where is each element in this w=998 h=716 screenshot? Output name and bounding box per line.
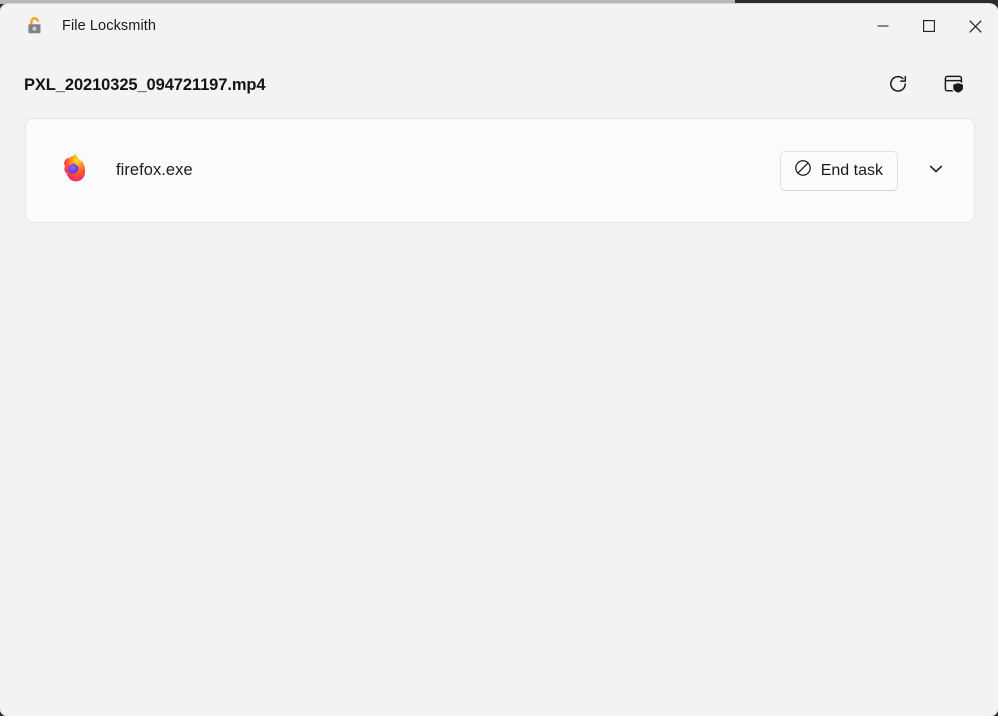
process-card: firefox.exe End task (25, 118, 975, 223)
process-icon-wrap (26, 153, 116, 187)
minimize-button[interactable] (860, 4, 906, 48)
process-name: firefox.exe (116, 161, 193, 179)
maximize-button[interactable] (906, 4, 952, 48)
minimize-icon (877, 25, 889, 27)
maximize-icon (923, 20, 935, 32)
page-title: PXL_20210325_094721197.mp4 (24, 75, 266, 94)
title-bar-left: File Locksmith (0, 4, 860, 48)
header-actions (878, 65, 974, 105)
refresh-icon (885, 71, 911, 100)
unlocked-padlock-icon (24, 15, 46, 37)
restart-as-admin-icon (941, 71, 967, 100)
prohibition-icon (794, 159, 812, 182)
end-task-label: End task (820, 161, 883, 179)
end-task-button[interactable]: End task (779, 150, 898, 191)
refresh-button[interactable] (878, 65, 918, 105)
content-header: PXL_20210325_094721197.mp4 (0, 54, 998, 116)
empty-content-area (0, 223, 998, 653)
title-bar[interactable]: File Locksmith (0, 4, 998, 48)
process-expander-button[interactable] (916, 151, 956, 191)
close-icon (968, 19, 982, 33)
file-locksmith-window: File Locksmith PXL_20210325_094721197.mp… (0, 4, 998, 716)
firefox-icon (58, 153, 85, 187)
window-title: File Locksmith (62, 18, 157, 34)
restart-as-administrator-button[interactable] (934, 65, 974, 105)
close-button[interactable] (952, 4, 998, 48)
window-controls (860, 4, 998, 48)
chevron-down-icon (927, 160, 945, 181)
